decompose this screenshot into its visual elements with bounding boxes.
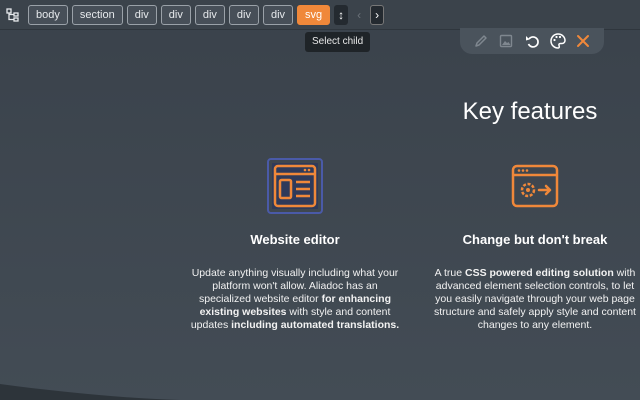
feature-change-but-dont-break: Change but don't break A true CSS powere… [430,160,640,332]
breadcrumb-section[interactable]: section [71,4,123,25]
select-child-button[interactable]: › [370,4,385,25]
section-heading: Key features [462,98,598,125]
image-icon[interactable] [497,32,515,50]
feature-title: Website editor [250,232,340,247]
close-icon[interactable] [574,32,592,50]
breadcrumb-div-3[interactable]: div [194,4,225,25]
feature-title: Change but don't break [462,232,608,247]
breadcrumb-svg-active[interactable]: svg [297,4,331,25]
pencil-icon[interactable] [472,32,490,50]
undo-icon[interactable] [523,32,541,50]
website-editor-icon[interactable] [267,158,323,214]
breadcrumb-div-5[interactable]: div [262,4,294,25]
feature-website-editor: Website editor Update anything visually … [190,158,400,332]
palette-icon[interactable] [549,32,567,50]
code-settings-icon[interactable] [509,160,561,212]
breadcrumb-div-2[interactable]: div [160,4,191,25]
select-parent-child-button[interactable]: ↕ [334,4,349,25]
breadcrumb-div-4[interactable]: div [228,4,259,25]
feature-description: Update anything visually including what … [190,267,400,331]
action-toolbar [460,28,604,54]
previous-sibling-button[interactable]: ‹ [352,5,366,25]
tree-icon[interactable] [4,6,21,23]
tooltip: Select child [305,32,371,52]
breadcrumb-bar: body section div div div div div svg ↕ ‹… [0,0,640,30]
breadcrumb-body[interactable]: body [28,4,68,25]
decorative-wave [0,384,180,400]
breadcrumb-div-1[interactable]: div [126,4,157,25]
feature-description: A true CSS powered editing solution with… [434,267,636,331]
